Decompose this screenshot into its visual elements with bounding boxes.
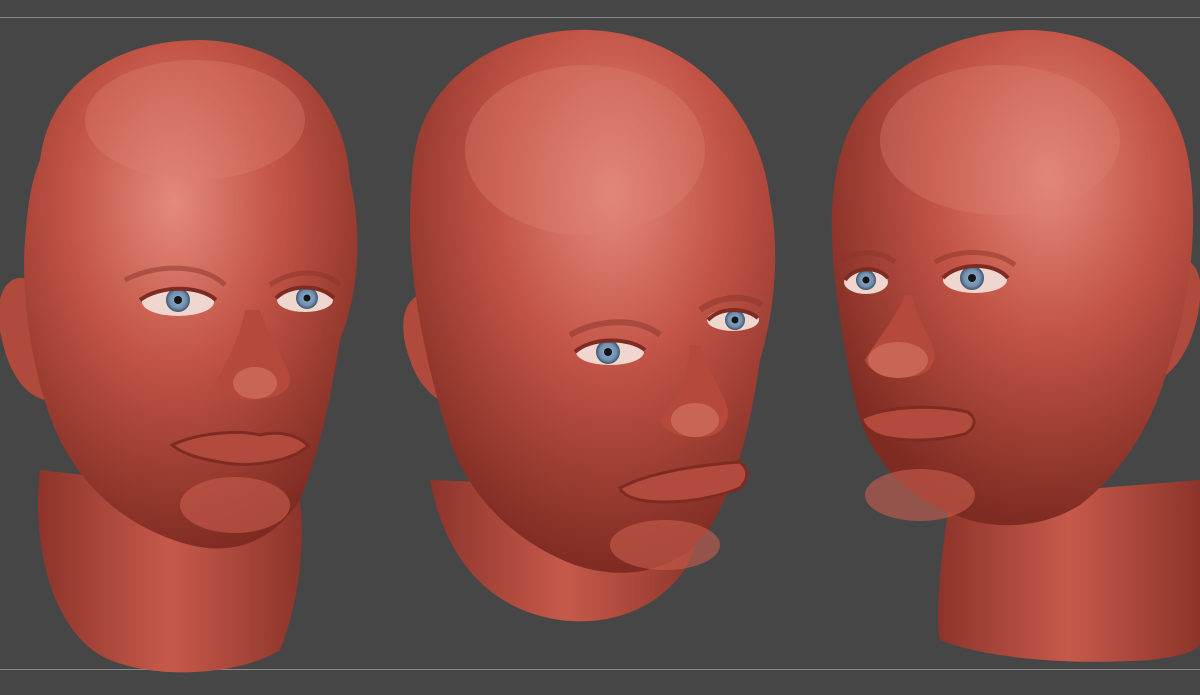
forehead-highlight [85, 60, 305, 180]
left-eye [843, 267, 890, 294]
chin [180, 477, 290, 533]
chin [865, 469, 975, 521]
head-view-three-quarter-down[interactable] [403, 29, 776, 622]
head-view-front-left[interactable] [0, 40, 358, 673]
head-view-three-quarter-right[interactable] [831, 30, 1200, 662]
forehead-highlight [465, 65, 705, 235]
right-eye [274, 285, 336, 312]
mouth [860, 405, 976, 442]
nose-tip [671, 403, 719, 437]
forehead-highlight [880, 65, 1120, 215]
nose-tip [233, 367, 277, 399]
nose-tip [868, 342, 928, 378]
sculpt-viewport[interactable] [0, 0, 1200, 695]
right-eye [706, 308, 760, 331]
chin [610, 520, 720, 570]
sculpt-scene[interactable] [0, 0, 1200, 695]
